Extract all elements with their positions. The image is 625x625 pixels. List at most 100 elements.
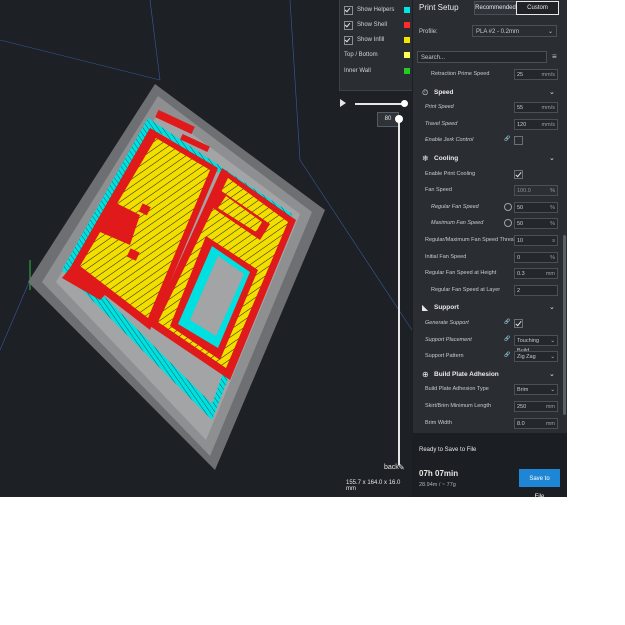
setting-row: Print Speed 55 mm/s — [413, 101, 563, 115]
reset-icon[interactable] — [504, 219, 512, 227]
category-title: Support — [434, 304, 459, 311]
path-slider-track[interactable] — [355, 103, 405, 105]
top-bottom-color-swatch — [404, 52, 410, 58]
legend-row-show-shell[interactable]: Show Shell — [344, 18, 410, 32]
setting-value-input[interactable]: 50% — [514, 202, 558, 213]
shell-color-swatch — [404, 22, 410, 28]
pencil-icon[interactable]: ✎ — [398, 463, 405, 472]
profile-value: PLA #2 - 0.2mm — [476, 29, 520, 35]
setting-value: 100.0 — [517, 188, 531, 194]
setting-label: Retraction Prime Speed — [431, 71, 490, 77]
category-icon: ⏲ — [422, 88, 429, 97]
setting-value-input[interactable]: 0.3 mm — [514, 268, 558, 279]
settings-menu-icon[interactable]: ≡ — [552, 52, 557, 61]
legend-label: Top / Bottom — [344, 52, 378, 58]
setting-label: Travel Speed — [425, 121, 458, 127]
setting-row: Maximum Fan Speed 50% — [413, 217, 563, 231]
setting-row: Support Pattern 🔗 Zig Zag ⌄ — [413, 350, 563, 364]
category-icon: ⊕ — [422, 370, 429, 379]
setting-row: Travel Speed 120 mm/s — [413, 118, 563, 132]
setting-value-input[interactable]: 10 s — [514, 235, 558, 246]
setting-value-input[interactable]: 55 mm/s — [514, 102, 558, 113]
layer-slider-handle[interactable] — [395, 115, 403, 123]
custom-mode-button[interactable]: Custom — [516, 1, 559, 15]
setting-row: Retraction Prime Speed 25 mm/s — [413, 68, 563, 82]
chevron-down-icon: ⌄ — [549, 371, 555, 378]
recommended-mode-button[interactable]: Recommended — [474, 1, 517, 15]
setting-value-input[interactable]: 50% — [514, 218, 558, 229]
settings-list[interactable]: Retraction Prime Speed 25 mm/s ⏲ Speed ⌄ Print… — [413, 68, 563, 433]
setting-row: Generate Support 🔗 — [413, 317, 563, 331]
play-simulation-icon[interactable] — [340, 99, 346, 107]
setting-value-input[interactable]: 2 — [514, 285, 558, 296]
legend-row-inner-wall: Inner Wall — [344, 64, 410, 78]
show-infill-checkbox[interactable] — [344, 35, 353, 45]
setting-unit: s — [552, 238, 555, 244]
path-slider-handle[interactable] — [401, 100, 408, 107]
setting-label: Skirt/Brim Minimum Length — [425, 403, 492, 409]
setting-row: Regular/Maximum Fan Speed Threshold 10 s — [413, 234, 563, 248]
setting-dropdown[interactable]: Zig Zag ⌄ — [514, 351, 558, 362]
setting-label: Build Plate Adhesion Type — [425, 386, 489, 392]
infill-color-swatch — [404, 37, 410, 43]
settings-scrollbar[interactable] — [563, 235, 566, 415]
setting-value-input[interactable]: 100.0% — [514, 185, 558, 196]
show-shell-checkbox[interactable] — [344, 20, 353, 30]
setting-checkbox[interactable] — [514, 319, 523, 328]
setting-value-input[interactable]: 250 mm — [514, 401, 558, 412]
legend-label: Show Infill — [357, 37, 385, 43]
setting-value: 8.0 — [517, 421, 525, 427]
setting-value-input[interactable]: 120 mm/s — [514, 119, 558, 130]
setting-value: 120 — [517, 122, 527, 128]
setting-dropdown[interactable]: Brim ⌄ — [514, 384, 558, 395]
layer-slider-track[interactable] — [398, 117, 400, 465]
setting-row: Support Placement 🔗 Touching Build...⌄ — [413, 334, 563, 354]
link-icon[interactable]: 🔗 — [504, 336, 510, 342]
setting-value: 50 — [517, 205, 524, 211]
setting-value-input[interactable]: 0% — [514, 252, 558, 263]
setting-row: Enable Jerk Control 🔗 — [413, 134, 563, 148]
link-icon[interactable]: 🔗 — [504, 352, 510, 358]
link-icon[interactable]: 🔗 — [504, 319, 510, 325]
setting-dropdown[interactable]: Touching Build...⌄ — [514, 335, 558, 354]
setting-label: Generate Support — [425, 320, 469, 326]
setting-label: Maximum Fan Speed — [431, 220, 484, 226]
setting-unit: mm — [545, 421, 555, 427]
setting-value-input[interactable]: 8.0 mm — [514, 418, 558, 429]
print-time: 07h 07min — [419, 469, 459, 478]
settings-search-input[interactable]: Search... — [417, 51, 547, 63]
show-helpers-checkbox[interactable] — [344, 5, 353, 15]
setting-row: Skirt/Brim Minimum Length 250 mm — [413, 400, 563, 414]
print-setup-panel: Print Setup Recommended Custom Profile: … — [413, 0, 567, 497]
legend-label: Inner Wall — [344, 68, 371, 74]
setting-checkbox[interactable] — [514, 170, 523, 179]
profile-dropdown[interactable]: PLA #2 - 0.2mm ⌄ — [472, 25, 557, 37]
dropdown-value: Brim — [517, 387, 529, 393]
3d-viewport[interactable]: Show Helpers Show Shell Show Infill Top … — [0, 0, 412, 497]
setting-row: Brim Width 8.0 mm — [413, 417, 563, 431]
legend-row-show-helpers[interactable]: Show Helpers — [344, 3, 410, 17]
link-icon[interactable]: 🔗 — [504, 136, 510, 142]
setting-value: 0 — [517, 255, 521, 261]
setting-unit: % — [550, 221, 555, 227]
setting-row: Regular Fan Speed at Layer 2 — [413, 284, 563, 298]
category-support[interactable]: ◣ Support ⌄ — [413, 300, 563, 316]
legend-row-top-bottom: Top / Bottom — [344, 48, 410, 62]
setting-label: Enable Jerk Control — [425, 137, 474, 143]
reset-icon[interactable] — [504, 203, 512, 211]
setting-row: Fan Speed 100.0% — [413, 184, 563, 198]
setting-unit: mm — [545, 404, 555, 410]
setting-value-input[interactable]: 25 mm/s — [514, 69, 558, 80]
save-to-file-button[interactable]: Save to File — [519, 469, 560, 497]
setting-label: Enable Print Cooling — [425, 171, 476, 177]
object-dimensions: 155.7 x 164.0 x 16.0 mm — [346, 480, 401, 492]
dropdown-value: Zig Zag — [517, 354, 536, 360]
setting-label: Regular Fan Speed — [431, 204, 479, 210]
category-speed[interactable]: ⏲ Speed ⌄ — [413, 85, 563, 101]
category-cooling[interactable]: ❄ Cooling ⌄ — [413, 151, 563, 167]
legend-row-show-infill[interactable]: Show Infill — [344, 33, 410, 47]
setting-checkbox[interactable] — [514, 136, 523, 145]
setting-value: 25 — [517, 72, 524, 78]
category-build-plate-adhesion[interactable]: ⊕ Build Plate Adhesion ⌄ — [413, 367, 563, 383]
setting-value: 0.3 — [517, 271, 525, 277]
